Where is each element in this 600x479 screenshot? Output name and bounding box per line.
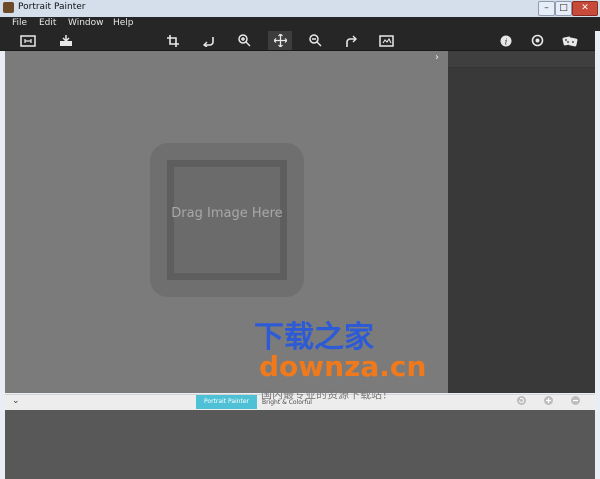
zoom-in-icon[interactable] (232, 31, 256, 50)
toolbar: i (0, 31, 600, 51)
minimize-button[interactable]: – (538, 1, 555, 16)
compare-icon[interactable] (374, 31, 398, 50)
title-bar: Portrait Painter – □ ✕ (0, 0, 600, 18)
right-panel (448, 51, 595, 393)
svg-text:i: i (505, 37, 508, 46)
settings-icon[interactable] (525, 31, 549, 50)
drop-prompt: Drag Image Here (171, 206, 283, 221)
expand-presets-icon[interactable]: ⌄ (12, 396, 20, 406)
preset-tab-portrait-painter[interactable]: Portrait Painter (196, 395, 257, 409)
menu-window[interactable]: Window (68, 18, 104, 28)
app-icon (3, 2, 14, 13)
watermark-slogan: 国内最专业的资源下载站！ (261, 388, 393, 401)
menu-file[interactable]: File (12, 18, 27, 28)
zoom-out-icon[interactable] (303, 31, 327, 50)
fit-screen-icon[interactable] (16, 31, 40, 50)
right-panel-header (448, 51, 595, 68)
preset-thumbnails-panel (5, 410, 595, 479)
save-icon[interactable] (54, 31, 78, 50)
add-icon[interactable] (544, 396, 553, 405)
window-frame-right (595, 31, 600, 479)
menu-help[interactable]: Help (113, 18, 134, 28)
random-dice-icon[interactable] (558, 31, 582, 50)
watermark-url: downza.cn (259, 350, 427, 383)
close-button[interactable]: ✕ (572, 1, 598, 16)
rotate-right-icon[interactable] (339, 31, 363, 50)
collapse-panel-icon[interactable]: › (435, 53, 445, 63)
rotate-left-icon[interactable] (197, 31, 221, 50)
move-icon[interactable] (268, 31, 292, 50)
undo-icon[interactable] (517, 396, 526, 405)
remove-icon[interactable] (571, 396, 580, 405)
menu-edit[interactable]: Edit (39, 18, 56, 28)
info-icon[interactable]: i (494, 31, 518, 50)
maximize-button[interactable]: □ (555, 1, 572, 16)
window-title: Portrait Painter (18, 2, 86, 12)
menu-bar: File Edit Window Help (0, 17, 600, 31)
crop-icon[interactable] (161, 31, 185, 50)
